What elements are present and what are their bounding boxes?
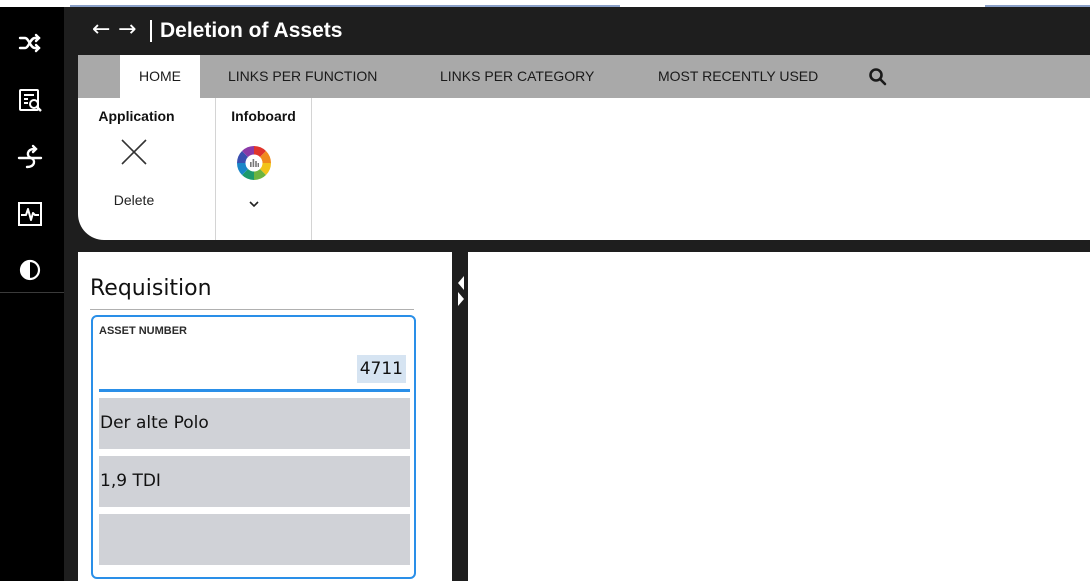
pane-splitter[interactable] — [452, 252, 468, 581]
detail-pane — [468, 252, 1090, 581]
forward-arrow-icon[interactable]: → — [118, 17, 136, 43]
tab-links-per-category[interactable]: LINKS PER CATEGORY — [440, 55, 594, 98]
delete-button[interactable]: Delete — [106, 136, 162, 216]
ribbon-group-infoboard: Infoboard — [216, 98, 312, 240]
report-search-icon[interactable] — [16, 86, 44, 114]
collapse-handle-icon[interactable] — [455, 274, 465, 308]
activity-monitor-icon[interactable] — [16, 200, 44, 228]
delete-label: Delete — [113, 192, 155, 208]
title-separator — [150, 20, 152, 42]
app-window: ← → Deletion of Assets HOME LINKS PER FU… — [0, 0, 1090, 581]
asset-number-field[interactable]: 4711 — [356, 355, 406, 383]
close-icon — [121, 139, 147, 165]
section-divider — [90, 309, 414, 310]
asset-number-label: ASSET NUMBER — [99, 325, 188, 337]
page-title: Deletion of Assets — [160, 19, 343, 42]
asset-form-card: ASSET NUMBER 4711 Der alte Polo 1,9 TDI — [91, 315, 416, 579]
field-focus-underline — [99, 389, 410, 392]
asset-detail-field[interactable]: 1,9 TDI — [99, 456, 410, 507]
left-icon-rail — [0, 7, 64, 581]
asset-description-field[interactable]: Der alte Polo — [99, 398, 410, 449]
requisition-pane: Requisition ASSET NUMBER 4711 Der alte P… — [78, 252, 452, 581]
group-label-application: Application — [98, 108, 175, 124]
link-switch-icon[interactable] — [16, 144, 44, 172]
ribbon-group-application: Application Delete — [78, 98, 216, 240]
contrast-icon[interactable] — [16, 256, 44, 284]
ribbon-tab-bar: HOME LINKS PER FUNCTION LINKS PER CATEGO… — [78, 55, 1090, 98]
rail-divider — [0, 292, 64, 293]
tab-home[interactable]: HOME — [120, 55, 200, 98]
tab-links-per-function[interactable]: LINKS PER FUNCTION — [228, 55, 377, 98]
group-label-infoboard: Infoboard — [231, 108, 296, 124]
back-arrow-icon[interactable]: ← — [92, 17, 110, 43]
shuffle-icon[interactable] — [16, 29, 44, 57]
title-bar: ← → Deletion of Assets — [78, 7, 1090, 55]
tab-most-recently-used[interactable]: MOST RECENTLY USED — [658, 55, 818, 98]
chevron-down-icon[interactable] — [246, 196, 262, 212]
asset-extra-field[interactable] — [99, 514, 410, 565]
infoboard-icon[interactable] — [234, 143, 274, 183]
search-icon[interactable] — [868, 67, 888, 87]
ribbon-body: Application Delete Infoboard — [78, 98, 1090, 240]
top-strip — [0, 0, 1090, 7]
section-title: Requisition — [90, 276, 212, 301]
